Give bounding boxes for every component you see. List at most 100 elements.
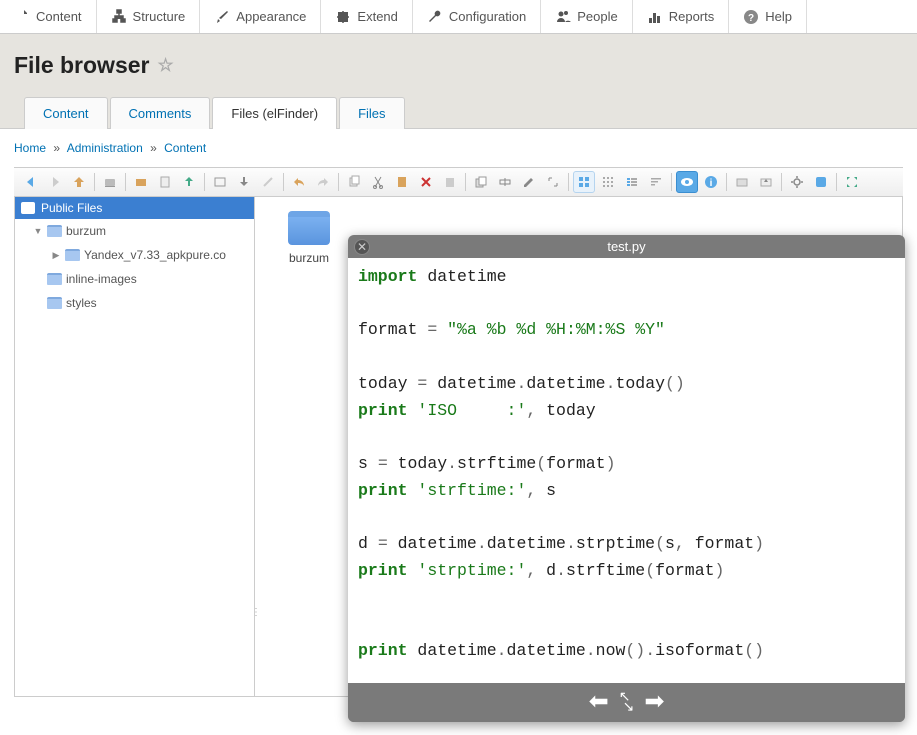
- view-small-button[interactable]: [597, 171, 619, 193]
- tree-node-yandex[interactable]: ▶ Yandex_v7.33_apkpure.co: [15, 243, 254, 267]
- paste-button[interactable]: [391, 171, 413, 193]
- redo-button[interactable]: [312, 171, 334, 193]
- crumb-sep: »: [150, 141, 157, 155]
- crumb-home[interactable]: Home: [14, 141, 46, 155]
- cut-button[interactable]: [367, 171, 389, 193]
- bars-icon: [647, 9, 663, 25]
- toolbar: i: [14, 167, 903, 197]
- info-button[interactable]: i: [700, 171, 722, 193]
- brush-icon: [214, 9, 230, 25]
- tree-label: inline-images: [66, 272, 137, 286]
- tree-label: burzum: [66, 224, 106, 238]
- tab-comments[interactable]: Comments: [110, 97, 211, 129]
- tree-node-styles[interactable]: styles: [15, 291, 254, 315]
- menu-configuration[interactable]: Configuration: [413, 0, 541, 33]
- tab-files[interactable]: Files: [339, 97, 404, 129]
- puzzle-icon: [335, 9, 351, 25]
- back-button[interactable]: [20, 171, 42, 193]
- menu-reports-label: Reports: [669, 9, 715, 24]
- folder-icon: [47, 273, 62, 285]
- tree-label: styles: [66, 296, 97, 310]
- folder-item-label: burzum: [269, 251, 349, 265]
- extract-button[interactable]: [755, 171, 777, 193]
- menu-structure[interactable]: Structure: [97, 0, 201, 33]
- folder-icon: [47, 225, 62, 237]
- menu-help[interactable]: ? Help: [729, 0, 807, 33]
- tree-label: Yandex_v7.33_apkpure.co: [84, 248, 226, 262]
- preview-title-text: test.py: [607, 239, 645, 254]
- folder-icon: [288, 211, 330, 245]
- expand-icon[interactable]: ▶: [51, 250, 61, 261]
- edit-button[interactable]: [518, 171, 540, 193]
- menu-help-label: Help: [765, 9, 792, 24]
- view-list-button[interactable]: [621, 171, 643, 193]
- help-icon: ?: [743, 9, 759, 25]
- preview-titlebar[interactable]: ✕ test.py: [348, 235, 905, 258]
- tree-root[interactable]: Public Files: [15, 197, 254, 219]
- menu-structure-label: Structure: [133, 9, 186, 24]
- sitemap-icon: [111, 9, 127, 25]
- next-button[interactable]: ➡: [644, 687, 664, 716]
- download-button[interactable]: [233, 171, 255, 193]
- breadcrumb: Home » Administration » Content: [0, 129, 917, 167]
- getlink-button[interactable]: [257, 171, 279, 193]
- close-button[interactable]: ✕: [354, 239, 370, 255]
- drive-icon: [21, 202, 35, 214]
- menu-appearance[interactable]: Appearance: [200, 0, 321, 33]
- menu-content[interactable]: Content: [0, 0, 97, 33]
- document-icon: [14, 9, 30, 25]
- rename-button[interactable]: [494, 171, 516, 193]
- fullscreen-button[interactable]: [841, 171, 863, 193]
- folder-icon: [65, 249, 80, 261]
- folder-tree: Public Files ▼ burzum ▶ Yandex_v7.33_apk…: [15, 197, 255, 696]
- menu-people-label: People: [577, 9, 617, 24]
- archive-button[interactable]: [731, 171, 753, 193]
- menu-people[interactable]: People: [541, 0, 632, 33]
- duplicate-button[interactable]: [470, 171, 492, 193]
- preview-body: import datetime format = "%a %b %d %H:%M…: [348, 258, 905, 683]
- menu-extend[interactable]: Extend: [321, 0, 412, 33]
- folder-icon: [47, 297, 62, 309]
- star-icon[interactable]: ☆: [157, 55, 173, 76]
- page-title: File browser ☆: [14, 52, 917, 79]
- title-bar: File browser ☆ Content Comments Files (e…: [0, 34, 917, 129]
- tab-content[interactable]: Content: [24, 97, 108, 129]
- preview-button[interactable]: [676, 171, 698, 193]
- view-icons-button[interactable]: [573, 171, 595, 193]
- page-title-text: File browser: [14, 52, 149, 79]
- collapse-icon[interactable]: ▼: [33, 226, 43, 236]
- up-button[interactable]: [68, 171, 90, 193]
- svg-text:?: ?: [748, 13, 754, 24]
- open-button[interactable]: [209, 171, 231, 193]
- copy-button[interactable]: [343, 171, 365, 193]
- fullscreen-toggle[interactable]: ↖ ↘: [619, 691, 635, 711]
- menu-reports[interactable]: Reports: [633, 0, 730, 33]
- prev-button[interactable]: ⬅: [589, 687, 609, 716]
- menu-content-label: Content: [36, 9, 82, 24]
- about-button[interactable]: [810, 171, 832, 193]
- newfolder-button[interactable]: [130, 171, 152, 193]
- forward-button[interactable]: [44, 171, 66, 193]
- tree-root-label: Public Files: [41, 201, 102, 215]
- crumb-content[interactable]: Content: [164, 141, 206, 155]
- tab-files-elfinder[interactable]: Files (elFinder): [212, 97, 337, 129]
- folder-item-burzum[interactable]: burzum: [269, 211, 349, 265]
- netmount-button[interactable]: [99, 171, 121, 193]
- empty-button[interactable]: [439, 171, 461, 193]
- sort-button[interactable]: [645, 171, 667, 193]
- admin-menu: Content Structure Appearance Extend Conf…: [0, 0, 917, 34]
- delete-button[interactable]: [415, 171, 437, 193]
- menu-configuration-label: Configuration: [449, 9, 526, 24]
- undo-button[interactable]: [288, 171, 310, 193]
- tabs: Content Comments Files (elFinder) Files: [14, 97, 917, 129]
- settings-button[interactable]: [786, 171, 808, 193]
- people-icon: [555, 9, 571, 25]
- upload-button[interactable]: [178, 171, 200, 193]
- resize-button[interactable]: [542, 171, 564, 193]
- preview-dialog[interactable]: ✕ test.py import datetime format = "%a %…: [348, 235, 905, 722]
- tree-node-burzum[interactable]: ▼ burzum: [15, 219, 254, 243]
- newfile-button[interactable]: [154, 171, 176, 193]
- tree-node-inline[interactable]: inline-images: [15, 267, 254, 291]
- crumb-admin[interactable]: Administration: [67, 141, 143, 155]
- crumb-sep: »: [53, 141, 60, 155]
